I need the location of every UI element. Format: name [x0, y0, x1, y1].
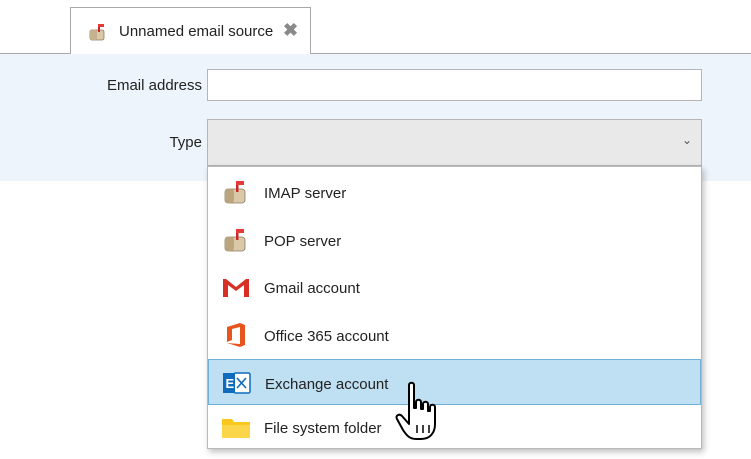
exchange-icon: E	[223, 372, 251, 394]
tab-bar: Unnamed email source ✖	[0, 0, 751, 54]
type-dropdown-list: IMAP server POP server Gmail account Off…	[207, 166, 702, 449]
option-gmail-account[interactable]: Gmail account	[208, 264, 701, 310]
mailbox-icon	[224, 181, 246, 204]
option-imap-server[interactable]: IMAP server	[208, 169, 701, 215]
option-label: IMAP server	[264, 185, 347, 202]
option-office-365-account[interactable]: Office 365 account	[208, 312, 701, 358]
tab-title: Unnamed email source	[119, 23, 274, 40]
type-select[interactable]: ⌄	[207, 119, 702, 166]
option-exchange-account[interactable]: E Exchange account	[208, 359, 701, 405]
email-address-label: Email address	[106, 77, 202, 94]
mailbox-icon	[224, 229, 246, 252]
type-label: Type	[169, 134, 202, 151]
option-label: Office 365 account	[264, 328, 389, 345]
office365-icon	[227, 323, 245, 347]
folder-icon	[222, 419, 250, 438]
option-label: Gmail account	[264, 280, 360, 297]
option-label: File system folder	[264, 420, 382, 437]
gmail-icon	[223, 279, 249, 297]
option-label: POP server	[264, 233, 342, 250]
mailbox-icon	[89, 24, 105, 41]
email-address-input[interactable]	[207, 69, 702, 101]
hand-pointer-cursor	[395, 381, 436, 440]
close-icon[interactable]: ✖	[283, 20, 298, 41]
svg-text:E: E	[226, 376, 235, 391]
option-file-system-folder[interactable]: File system folder	[208, 404, 701, 450]
chevron-down-icon[interactable]: ⌄	[682, 133, 692, 147]
option-pop-server[interactable]: POP server	[208, 217, 701, 263]
tab-unnamed-email-source[interactable]: Unnamed email source ✖	[70, 7, 311, 54]
option-label: Exchange account	[265, 376, 389, 393]
